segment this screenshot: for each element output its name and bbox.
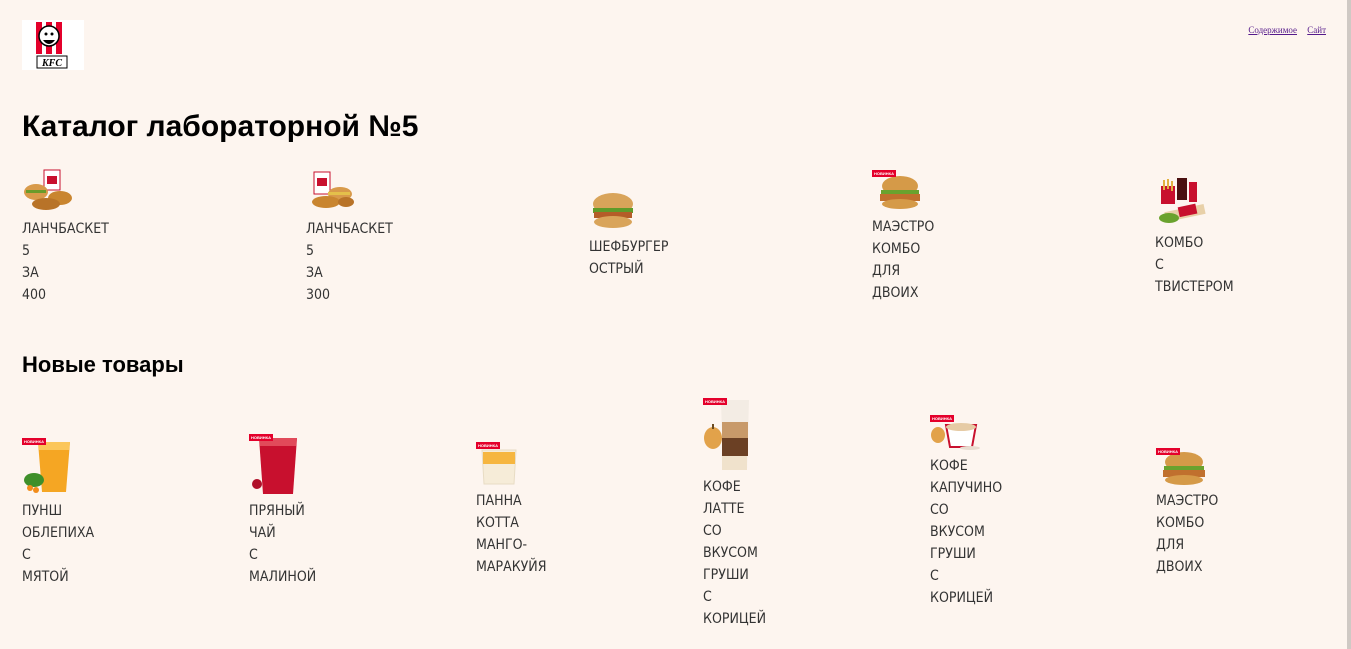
combo-twister-image — [1159, 178, 1206, 223]
page-title: Каталог лабораторной №5 — [22, 110, 419, 143]
maestro-combo-image: НОВИНКА — [1156, 448, 1208, 486]
new-item-maestro-combo[interactable]: НОВИНКА МАЭСТРО КОМБО ДЛЯ ДВОИХ — [1156, 448, 1226, 578]
new-badge: НОВИНКА — [22, 438, 46, 445]
nav-link-site[interactable]: Сайт — [1307, 25, 1326, 35]
new-item-name: МАЭСТРО КОМБО ДЛЯ ДВОИХ — [1156, 493, 1219, 575]
new-item-name: ПАННА КОТТА МАНГО-МАРАКУЙЯ — [476, 493, 547, 575]
new-badge: НОВИНКА — [872, 170, 896, 177]
catalog-item-lunchbasket-400[interactable]: ЛАНЧБАСКЕТ 5 ЗА 400 — [22, 168, 109, 306]
kfc-logo-icon: KFC — [36, 22, 68, 69]
kfc-logo[interactable]: KFC — [22, 20, 84, 70]
new-item-coffee-cappuccino[interactable]: НОВИНКА КОФЕ КАПУЧИНО СО ВКУСОМ ГРУШИ С … — [930, 415, 1003, 609]
logo-text: KFC — [41, 58, 62, 69]
new-badge: НОВИНКА — [1156, 448, 1180, 455]
burger-image — [593, 193, 633, 228]
catalog-item-name: КОМБО С ТВИСТЕРОМ — [1155, 235, 1234, 295]
lunchbasket-image — [312, 171, 354, 208]
catalog-item-name: ШЕФБУРГЕР ОСТРЫЙ — [589, 239, 669, 277]
new-badge: НОВИНКА — [476, 442, 500, 449]
catalog-item-name: ЛАНЧБАСКЕТ 5 ЗА 300 — [306, 221, 393, 303]
punch-image: НОВИНКА — [22, 438, 74, 496]
catalog-item-name: ЛАНЧБАСКЕТ 5 ЗА 400 — [22, 221, 109, 303]
catalog-item-lunchbasket-300[interactable]: ЛАНЧБАСКЕТ 5 ЗА 300 — [306, 168, 393, 306]
top-nav: Содержимое Сайт — [1240, 25, 1326, 35]
new-item-name: КОФЕ КАПУЧИНО СО ВКУСОМ ГРУШИ С КОРИЦЕЙ — [930, 458, 1003, 606]
new-item-spiced-tea[interactable]: НОВИНКА ПРЯНЫЙ ЧАЙ С МАЛИНОЙ — [249, 434, 319, 588]
latte-image: НОВИНКА — [703, 398, 755, 472]
new-item-name: КОФЕ ЛАТТЕ СО ВКУСОМ ГРУШИ С КОРИЦЕЙ — [703, 479, 767, 627]
nav-link-contents[interactable]: Содержимое — [1248, 25, 1297, 35]
catalog-item-combo-twister[interactable]: КОМБО С ТВИСТЕРОМ — [1155, 176, 1234, 298]
new-item-panna-cotta[interactable]: НОВИНКА ПАННА КОТТА МАНГО-МАРАКУЙЯ — [476, 442, 546, 578]
new-item-punch-sea-buckthorn[interactable]: НОВИНКА ПУНШ ОБЛЕПИХА С МЯТОЙ — [22, 438, 95, 588]
new-badge: НОВИНКА — [249, 434, 273, 441]
new-item-name: ПУНШ ОБЛЕПИХА С МЯТОЙ — [22, 503, 95, 585]
new-item-coffee-latte[interactable]: НОВИНКА КОФЕ ЛАТТЕ СО ВКУСОМ ГРУШИ С КОР… — [703, 398, 773, 630]
new-item-name: ПРЯНЫЙ ЧАЙ С МАЛИНОЙ — [249, 503, 317, 585]
maestro-combo-image: НОВИНКА — [872, 170, 926, 212]
catalog-item-name: МАЭСТРО КОМБО ДЛЯ ДВОИХ — [872, 219, 935, 301]
spiced-tea-image: НОВИНКА — [249, 434, 301, 496]
new-badge: НОВИНКА — [703, 398, 727, 405]
panna-cotta-image: НОВИНКА — [476, 442, 522, 486]
new-products-title: Новые товары — [22, 352, 184, 377]
catalog-item-chefburger[interactable]: ШЕФБУРГЕР ОСТРЫЙ — [589, 190, 669, 280]
new-badge: НОВИНКА — [930, 415, 954, 422]
scrollbar-thumb[interactable] — [1347, 0, 1351, 649]
lunchbasket-image — [24, 169, 72, 210]
catalog-item-maestro-combo[interactable]: НОВИНКА МАЭСТРО КОМБО ДЛЯ ДВОИХ — [872, 170, 942, 304]
cappuccino-image: НОВИНКА — [930, 415, 982, 451]
